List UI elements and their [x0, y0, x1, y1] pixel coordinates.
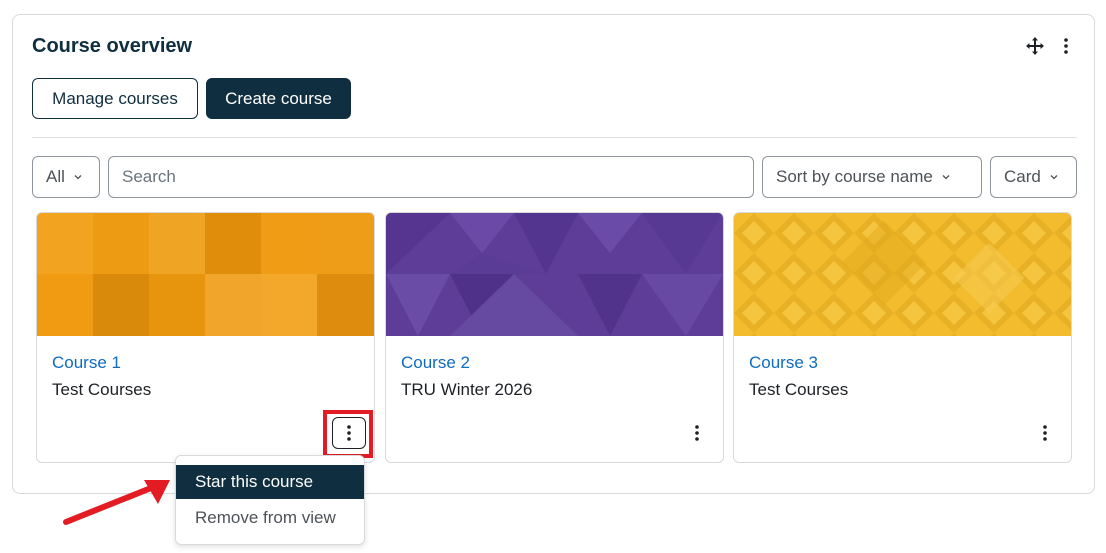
search-input[interactable]: [108, 156, 754, 198]
chevron-down-icon: [1050, 175, 1058, 180]
course-card-3: Course 3 Test Courses: [733, 212, 1072, 463]
create-course-button[interactable]: Create course: [206, 78, 351, 119]
divider: [32, 137, 1077, 138]
sort-select-value: Sort by course name: [776, 167, 933, 186]
course-image-2[interactable]: [386, 213, 723, 336]
highlight-box: [323, 410, 373, 458]
annotation-arrow-icon: [63, 480, 170, 525]
course-category-1: Test Courses: [52, 380, 152, 399]
block-actions-kebab-icon[interactable]: [1059, 36, 1073, 56]
course-category-2: TRU Winter 2026: [401, 380, 533, 399]
block-title: Course overview: [32, 35, 193, 57]
course-link-3[interactable]: Course 3: [749, 353, 818, 373]
course-actions-button-3[interactable]: [1028, 417, 1062, 449]
kebab-icon: [695, 425, 699, 441]
chevron-down-icon: [74, 175, 82, 180]
kebab-icon: [1043, 425, 1047, 441]
chevron-down-icon: [942, 175, 950, 180]
course-image-3[interactable]: [734, 213, 1071, 336]
course-link-2[interactable]: Course 2: [401, 353, 470, 373]
manage-courses-button[interactable]: Manage courses: [32, 78, 198, 119]
view-select[interactable]: Card: [990, 156, 1077, 198]
course-image-1[interactable]: [37, 213, 374, 336]
course-link-1[interactable]: Course 1: [52, 353, 121, 373]
grouping-select-value: All: [46, 167, 65, 186]
move-icon[interactable]: [1025, 36, 1045, 56]
view-select-value: Card: [1004, 167, 1041, 186]
course-category-3: Test Courses: [749, 380, 849, 399]
course-actions-menu: Star this course Remove from view: [175, 455, 365, 545]
remove-from-view-menu-item[interactable]: Remove from view: [176, 501, 364, 535]
sort-select[interactable]: Sort by course name: [762, 156, 982, 198]
course-actions-button-2[interactable]: [680, 417, 714, 449]
grouping-select[interactable]: All: [32, 156, 100, 198]
course-card-2: Course 2 TRU Winter 2026: [385, 212, 724, 463]
star-course-menu-item[interactable]: Star this course: [176, 465, 364, 499]
course-overview-block: Course overview Manage courses Create co…: [12, 14, 1095, 494]
